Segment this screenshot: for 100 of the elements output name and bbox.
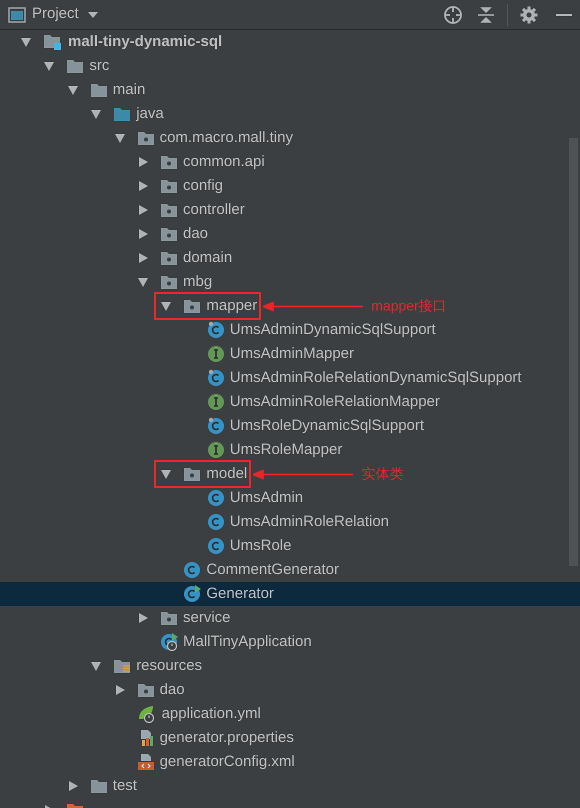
- folder-icon: [90, 82, 108, 98]
- collapse-arrow-icon[interactable]: [66, 84, 79, 96]
- tree-item-label: service: [183, 608, 231, 628]
- tree-row[interactable]: UmsAdminDynamicSqlSupport: [0, 318, 580, 342]
- tree-item-label: mall-tiny-dynamic-sql: [68, 32, 222, 52]
- package-icon: [160, 274, 178, 290]
- dropdown-caret-icon[interactable]: [86, 10, 99, 18]
- tree-item-label: test: [112, 776, 137, 796]
- tree-item-label: UmsAdminDynamicSqlSupport: [230, 320, 436, 340]
- tree-item-label: application.yml: [162, 704, 261, 724]
- tree-row[interactable]: UmsAdminMapper: [0, 342, 580, 366]
- interface-icon: [206, 393, 225, 411]
- tree-row[interactable]: UmsAdmin: [0, 486, 580, 510]
- collapse-arrow-icon[interactable]: [160, 300, 172, 312]
- class-icon: [183, 561, 202, 579]
- tree-item-label: src: [89, 56, 110, 76]
- package-icon: [160, 154, 178, 170]
- tree-row[interactable]: com.macro.mall.tiny: [0, 126, 580, 150]
- class-icon: [206, 369, 225, 387]
- tree-row[interactable]: config: [0, 174, 580, 198]
- tree-row[interactable]: model 实体类: [0, 462, 580, 486]
- expand-arrow-icon[interactable]: [137, 228, 149, 240]
- expand-arrow-icon[interactable]: [114, 684, 126, 696]
- tree-row[interactable]: java: [0, 102, 580, 126]
- tree-row[interactable]: MallTinyApplication: [0, 630, 580, 654]
- package-icon: [183, 298, 202, 314]
- tree-row[interactable]: resources: [0, 654, 580, 678]
- expand-arrow-icon[interactable]: [137, 204, 149, 216]
- panel-title[interactable]: Project: [32, 3, 79, 26]
- spring-app-icon: [160, 633, 178, 651]
- tree-item-label: domain: [183, 248, 232, 268]
- tree-item-label: generator.properties: [160, 728, 294, 748]
- package-icon: [160, 250, 178, 266]
- tree-row[interactable]: UmsRoleMapper: [0, 438, 580, 462]
- tree-row[interactable]: mbg: [0, 270, 580, 294]
- collapse-arrow-icon[interactable]: [43, 60, 56, 72]
- tree-row[interactable]: application.yml: [0, 702, 580, 726]
- resources-folder-icon: [113, 658, 132, 674]
- source-folder-icon: [113, 106, 132, 122]
- tree-item-label: model: [206, 464, 248, 484]
- collapse-arrow-icon[interactable]: [137, 276, 149, 288]
- settings-icon[interactable]: [520, 6, 538, 24]
- tree-row[interactable]: src: [0, 54, 580, 78]
- tree-row[interactable]: main: [0, 78, 580, 102]
- annotation-label: mapper接口: [371, 296, 447, 316]
- locate-icon[interactable]: [443, 4, 463, 24]
- xml-file-icon: [136, 753, 155, 771]
- interface-icon: [206, 345, 225, 363]
- class-icon: [206, 537, 225, 555]
- tree-row[interactable]: UmsRoleDynamicSqlSupport: [0, 414, 580, 438]
- class-icon: [206, 489, 225, 507]
- class-icon: [206, 513, 225, 531]
- package-icon: [136, 682, 155, 698]
- tree-row[interactable]: common.api: [0, 150, 580, 174]
- collapse-arrow-icon[interactable]: [90, 660, 102, 672]
- tree-row[interactable]: mapper mapper接口: [0, 294, 580, 318]
- tree-row[interactable]: dao: [0, 222, 580, 246]
- collapse-arrow-icon[interactable]: [114, 132, 126, 144]
- tree-item-label: dao: [183, 224, 208, 244]
- tree-item-label: config: [183, 176, 224, 196]
- tree-row[interactable]: test: [0, 774, 580, 798]
- collapse-arrow-icon[interactable]: [160, 468, 172, 480]
- spring-leaf-icon: [136, 705, 157, 723]
- tree-item-label: UmsAdmin: [230, 488, 304, 508]
- class-icon: [206, 321, 225, 339]
- annotation-label: 实体类: [361, 464, 404, 484]
- tree-item-label: mbg: [183, 272, 212, 292]
- expand-arrow-icon[interactable]: [137, 156, 149, 168]
- expand-arrow-icon[interactable]: [137, 180, 149, 192]
- tree-item-label: UmsRoleDynamicSqlSupport: [230, 416, 424, 436]
- tree-item-label: dao: [160, 680, 185, 700]
- tree-row[interactable]: dao: [0, 678, 580, 702]
- tree-row[interactable]: UmsAdminRoleRelation: [0, 510, 580, 534]
- tree-row[interactable]: generatorConfig.xml: [0, 750, 580, 774]
- tree-row[interactable]: CommentGenerator: [0, 558, 580, 582]
- collapse-arrow-icon[interactable]: [20, 36, 32, 48]
- tree-item-label: UmsRoleMapper: [230, 440, 342, 460]
- tree-item-label: Generator: [206, 584, 274, 604]
- expand-arrow-icon[interactable]: [137, 252, 149, 264]
- tree-item-label: MallTinyApplication: [183, 632, 312, 652]
- expand-arrow-icon[interactable]: [137, 612, 149, 624]
- tree-row[interactable]: UmsRole: [0, 534, 580, 558]
- tree-item-label: UmsRole: [230, 536, 292, 556]
- package-icon: [183, 466, 202, 482]
- tree-row[interactable]: service: [0, 606, 580, 630]
- tree-item-label: main: [112, 80, 146, 100]
- tree-row[interactable]: domain: [0, 246, 580, 270]
- class-icon: [206, 417, 225, 435]
- minimize-icon[interactable]: [556, 12, 572, 16]
- interface-icon: [206, 441, 225, 459]
- expand-arrow-icon[interactable]: [66, 780, 79, 792]
- tree-row[interactable]: controller: [0, 198, 580, 222]
- tree-row[interactable]: Generator: [0, 582, 580, 606]
- collapse-all-icon[interactable]: [477, 6, 495, 24]
- tree-row[interactable]: UmsAdminRoleRelationDynamicSqlSupport: [0, 366, 580, 390]
- collapse-arrow-icon[interactable]: [90, 108, 102, 120]
- tree-row[interactable]: generator.properties: [0, 726, 580, 750]
- tree-row[interactable]: UmsAdminRoleRelationMapper: [0, 390, 580, 414]
- tree-item-label: UmsAdminRoleRelationMapper: [230, 392, 440, 412]
- tree-row[interactable]: mall-tiny-dynamic-sql: [0, 30, 580, 54]
